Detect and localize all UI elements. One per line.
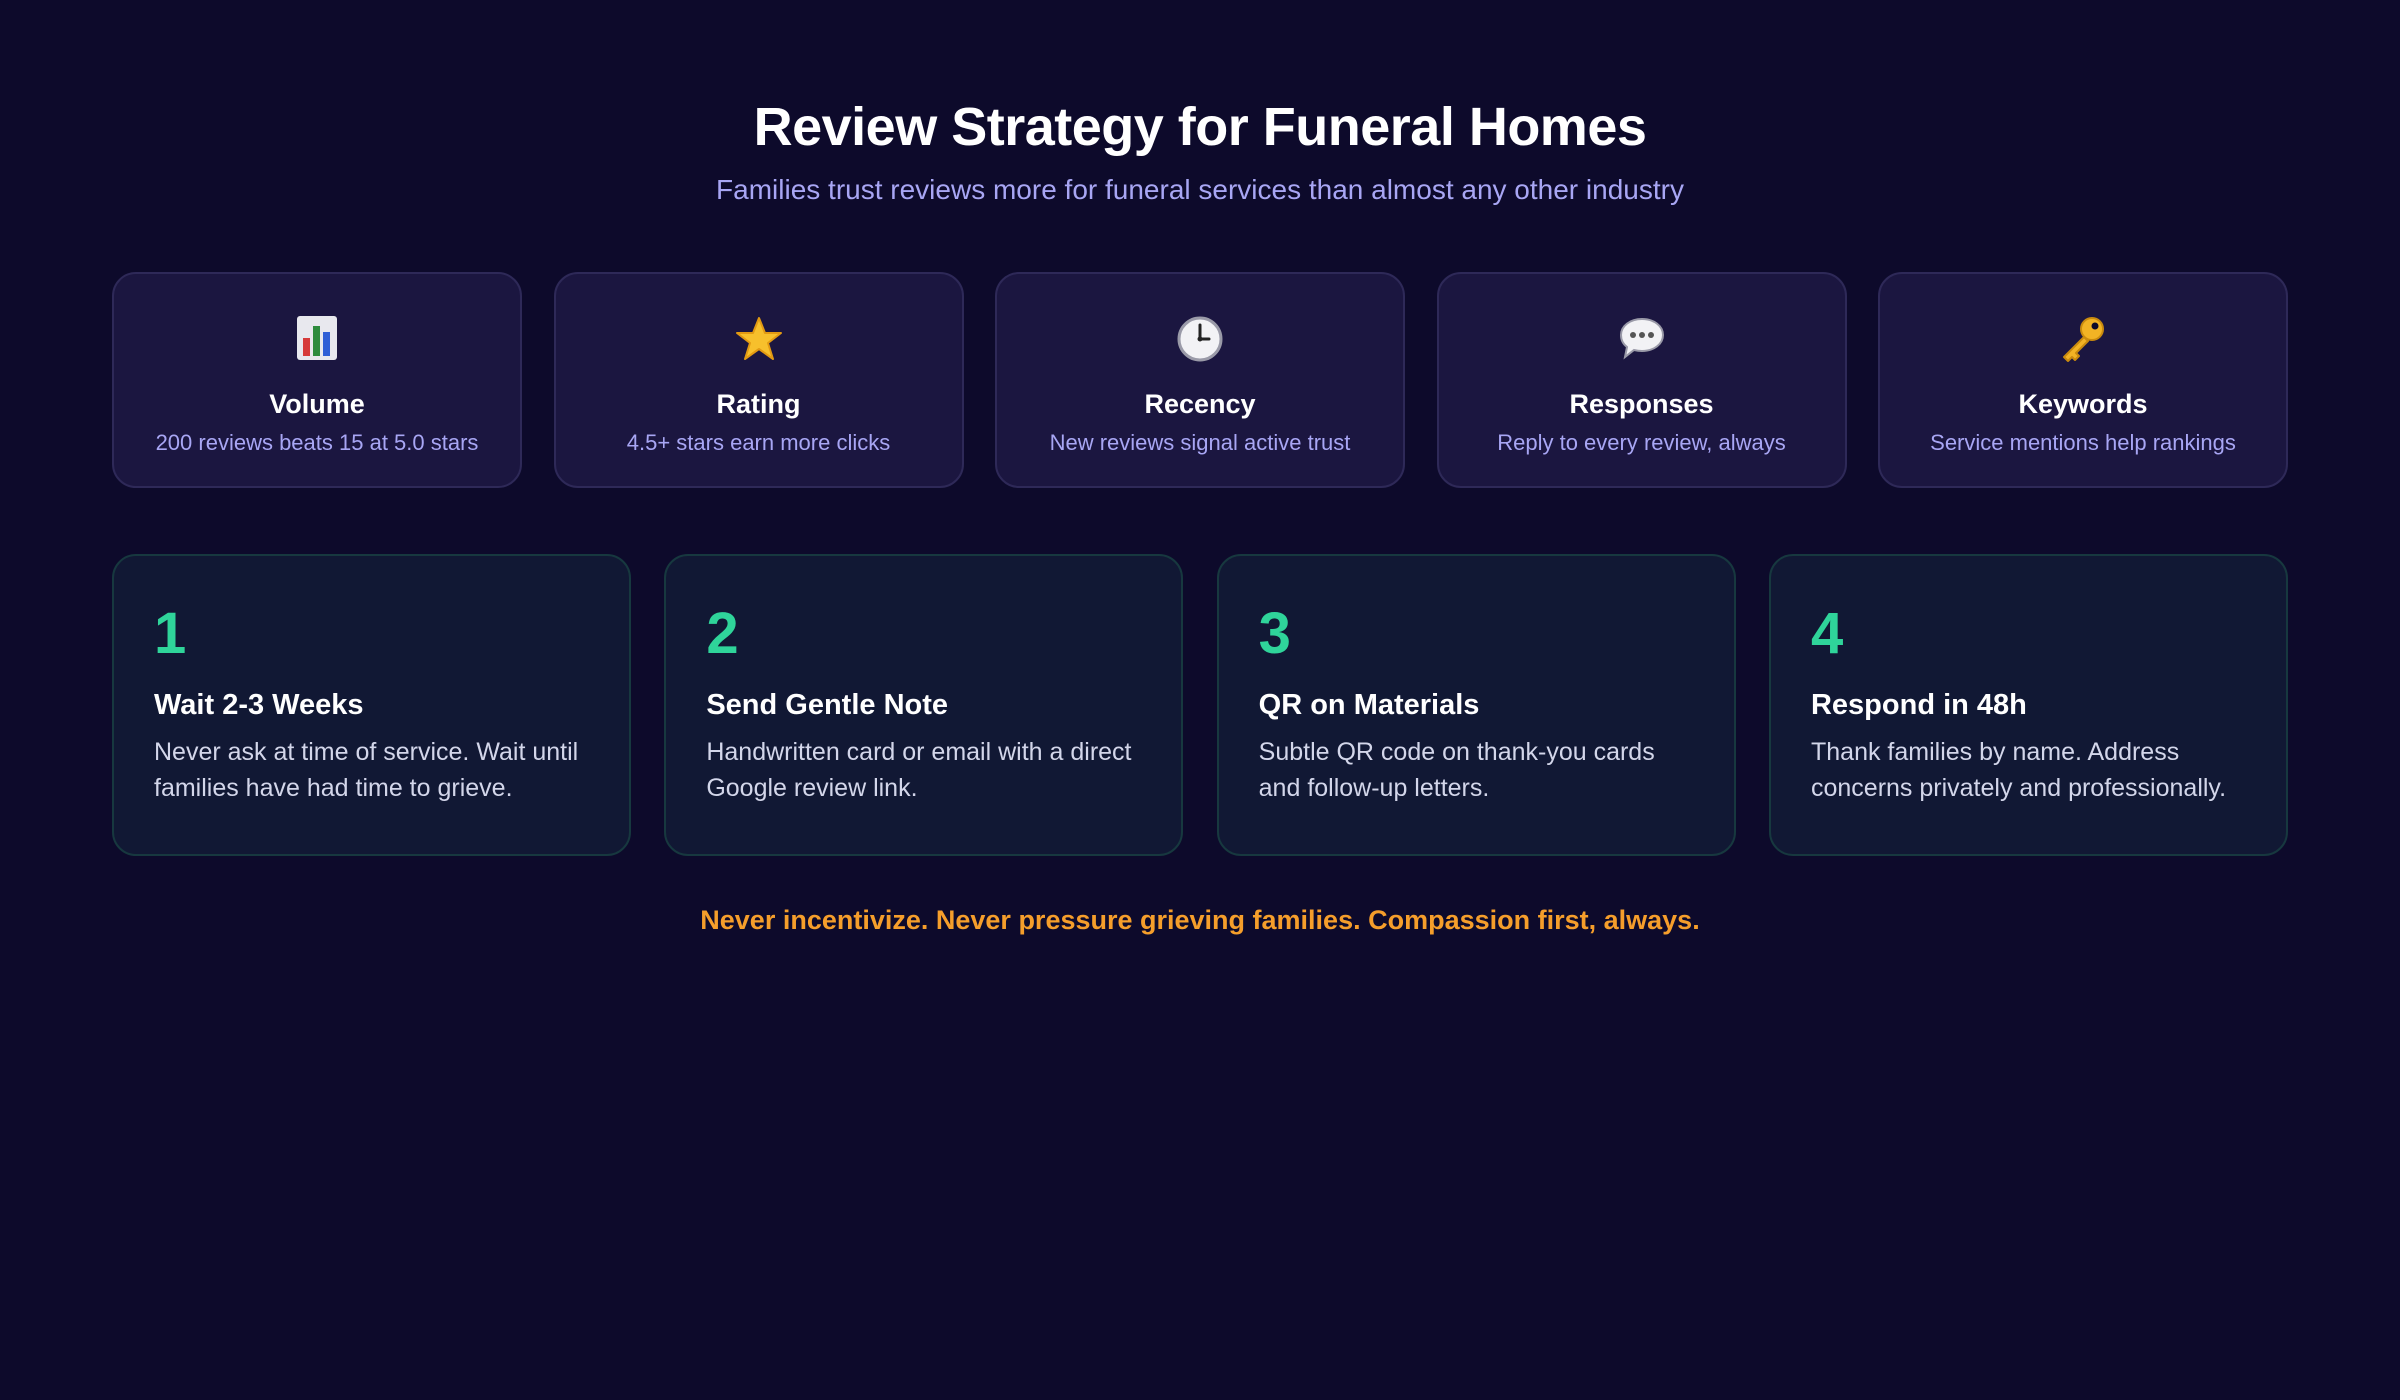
factor-title: Volume (269, 389, 365, 419)
step-card-1: 1 Wait 2-3 Weeks Never ask at time of se… (112, 554, 631, 856)
review-steps: 1 Wait 2-3 Weeks Never ask at time of se… (112, 554, 2288, 856)
step-number: 4 (1810, 601, 1844, 666)
clock-icon (997, 316, 1403, 368)
step-description: Never ask at time of service. Wait until… (154, 738, 579, 802)
step-card-3: 3 QR on Materials Subtle QR code on than… (1216, 554, 1736, 856)
bar-chart-icon (114, 316, 520, 368)
key-icon (1880, 316, 2286, 368)
factor-title: Responses (1569, 389, 1714, 419)
factor-title: Keywords (2018, 389, 2148, 419)
step-card-4: 4 Respond in 48h Thank families by name.… (1768, 554, 2288, 856)
factor-description: 4.5+ stars earn more clicks (626, 430, 891, 455)
star-icon (556, 316, 962, 368)
factor-title: Recency (1144, 389, 1256, 419)
step-number: 3 (1258, 601, 1291, 666)
step-title: Send Gentle Note (706, 689, 949, 721)
step-number: 1 (154, 601, 187, 666)
step-description: Thank families by name. Address concerns… (1810, 738, 2227, 802)
factor-description: New reviews signal active trust (1049, 430, 1351, 455)
page-title: Review Strategy for Funeral Homes (753, 97, 1647, 157)
factor-description: 200 reviews beats 15 at 5.0 stars (155, 430, 479, 455)
factor-card-keywords: Keywords Service mentions help rankings (1878, 272, 2288, 488)
factor-title: Rating (716, 389, 801, 419)
factor-card-responses: Responses Reply to every review, always (1436, 272, 1847, 488)
step-number: 2 (706, 601, 739, 666)
factor-card-rating: Rating 4.5+ stars earn more clicks (553, 272, 964, 488)
step-card-2: 2 Send Gentle Note Handwritten card or e… (664, 554, 1184, 856)
factor-card-recency: Recency New reviews signal active trust (995, 272, 1405, 488)
step-title: Respond in 48h (1810, 689, 2027, 721)
compassion-note: Never incentivize. Never pressure grievi… (700, 905, 1700, 935)
factor-description: Service mentions help rankings (1930, 430, 2236, 455)
step-title: QR on Materials (1258, 689, 1480, 721)
factor-description: Reply to every review, always (1497, 430, 1786, 455)
ranking-factors: Volume 200 reviews beats 15 at 5.0 stars… (112, 272, 2288, 488)
step-description: Handwritten card or email with a direct … (706, 738, 1132, 802)
step-title: Wait 2-3 Weeks (154, 689, 364, 721)
step-description: Subtle QR code on thank-you cards and fo… (1258, 738, 1655, 802)
speech-bubble-icon (1439, 316, 1845, 368)
page-subtitle: Families trust reviews more for funeral … (716, 174, 1684, 205)
factor-card-volume: Volume 200 reviews beats 15 at 5.0 stars (112, 272, 522, 488)
header: Review Strategy for Funeral Homes Famili… (0, 92, 2400, 210)
